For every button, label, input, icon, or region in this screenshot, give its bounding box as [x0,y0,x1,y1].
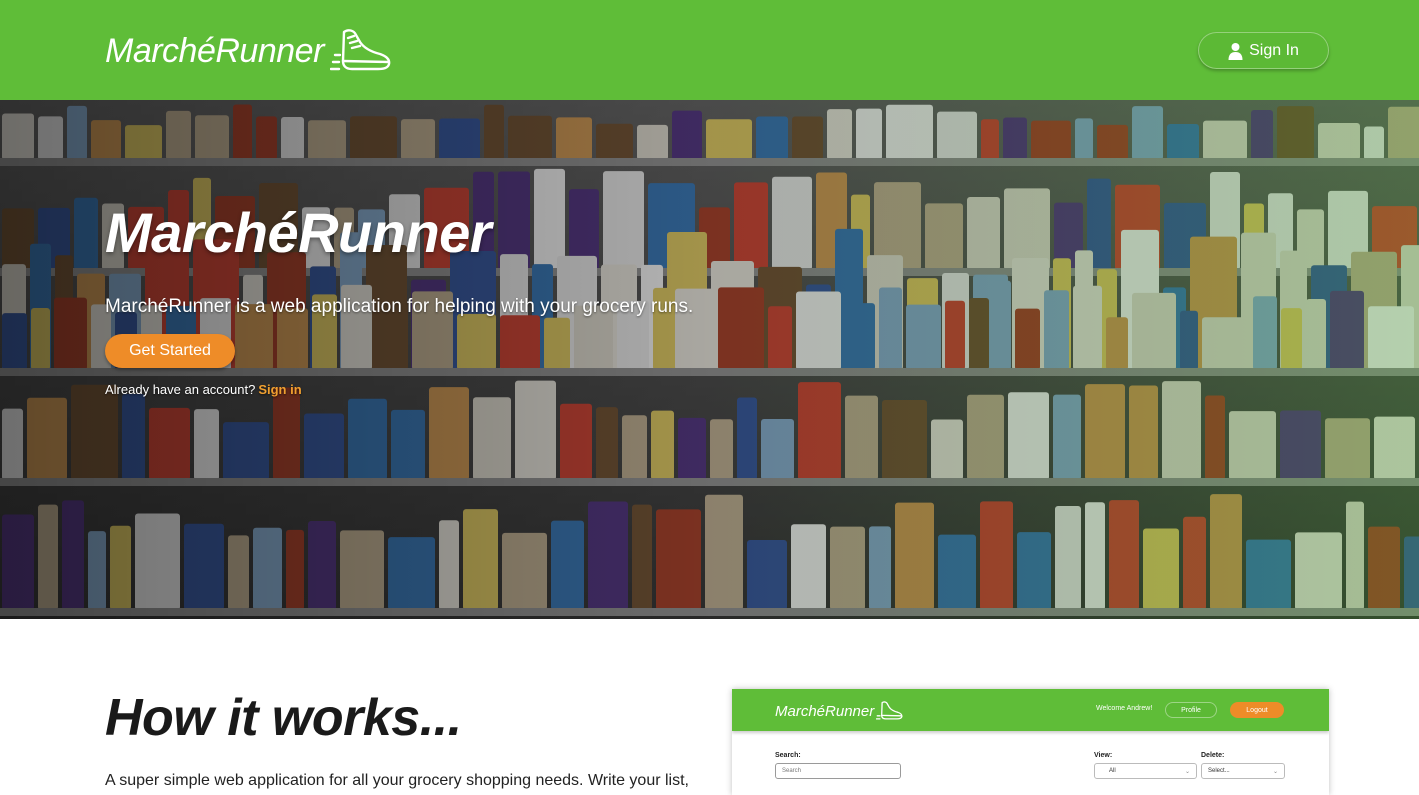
chevron-down-icon: ⌄ [1272,769,1278,775]
preview-search-label: Search: [775,752,801,759]
preview-brand: MarchéRunner [775,700,904,722]
sign-in-button[interactable]: Sign In [1198,32,1329,69]
preview-navbar: MarchéRunner Welcome Andrew! Profile Log… [732,689,1329,731]
preview-search-input: Search [775,763,901,779]
preview-profile-button: Profile [1165,702,1217,718]
how-it-works-text: A super simple web application for all y… [105,772,689,789]
account-prompt: Already have an account? Sign in [105,382,302,397]
running-shoe-icon [329,29,391,71]
preview-delete-label: Delete: [1201,752,1225,759]
get-started-button[interactable]: Get Started [105,334,235,368]
preview-view-label: View: [1094,752,1113,759]
hero-subtitle: MarchéRunner is a web application for he… [105,296,694,317]
user-icon [1228,42,1243,60]
preview-welcome-text: Welcome Andrew! [1096,705,1153,712]
chevron-down-icon: ⌄ [1184,769,1190,775]
hero-title: MarchéRunner [105,201,492,264]
sign-in-link[interactable]: Sign in [258,382,301,397]
preview-view-value: All [1109,768,1116,774]
account-prompt-text: Already have an account? [105,382,256,397]
preview-delete-value: Select... [1208,768,1230,774]
running-shoe-icon [876,701,903,720]
preview-brand-name: MarchéRunner [775,702,875,720]
brand-name: MarchéRunner [105,31,324,70]
sign-in-label: Sign In [1249,41,1299,59]
preview-delete-select: Select... ⌄ [1201,763,1285,779]
preview-view-select: All ⌄ [1094,763,1197,779]
brand-logo-link[interactable]: MarchéRunner [105,26,394,76]
preview-logout-button: Logout [1230,702,1284,718]
how-it-works-heading: How it works... [105,689,462,747]
navbar: MarchéRunner Sign In [0,0,1419,100]
app-preview-image: MarchéRunner Welcome Andrew! Profile Log… [732,689,1329,795]
hero-section: MarchéRunner MarchéRunner is a web appli… [0,100,1419,619]
